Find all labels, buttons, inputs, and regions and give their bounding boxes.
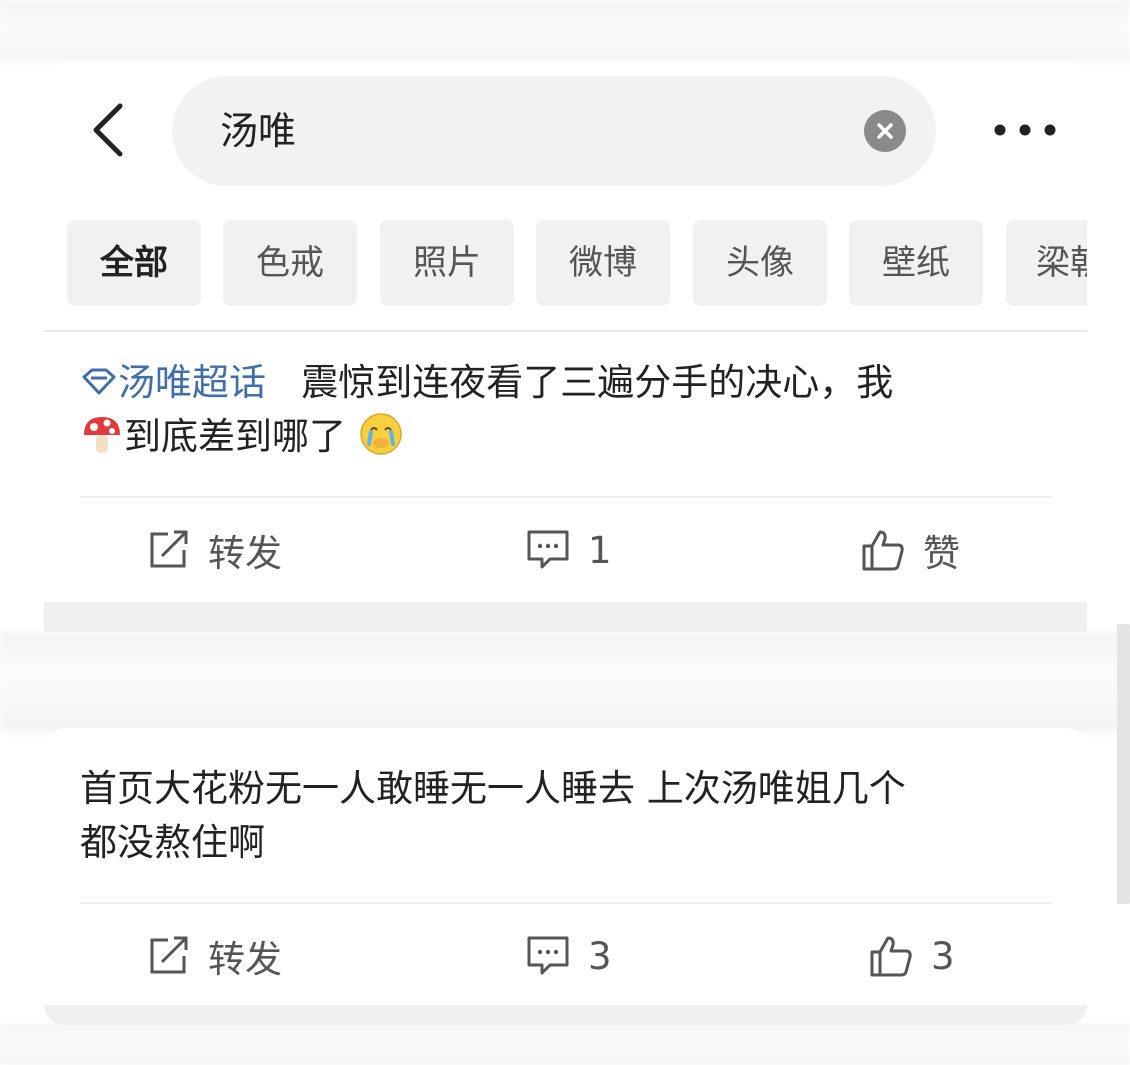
comment-icon bbox=[527, 530, 569, 569]
tab-liang-chao[interactable]: 梁朝 bbox=[1006, 220, 1087, 306]
clear-icon bbox=[877, 123, 893, 139]
post-1-comment-button[interactable]: 1 bbox=[526, 520, 612, 580]
like-count: 3 bbox=[931, 934, 955, 978]
more-icon bbox=[994, 124, 1056, 136]
post-2-line2: 都没熬住啊 bbox=[80, 821, 265, 864]
post-2-repost-button[interactable]: 转发 bbox=[148, 926, 282, 986]
post-2-like-button[interactable]: 3 bbox=[869, 926, 955, 986]
post-2-comment-button[interactable]: 3 bbox=[526, 926, 612, 986]
like-icon bbox=[870, 936, 912, 977]
post-1-divider bbox=[80, 496, 1052, 498]
comment-count: 3 bbox=[588, 934, 612, 978]
search-bar[interactable]: 汤唯 bbox=[172, 76, 936, 186]
back-arrow-icon bbox=[93, 103, 123, 157]
repost-label: 转发 bbox=[208, 532, 282, 575]
tab-all[interactable]: 全部 bbox=[67, 220, 201, 306]
post-1-line2: 到底差到哪了 bbox=[124, 415, 346, 458]
comment-icon bbox=[527, 936, 569, 975]
post-separator bbox=[44, 602, 1087, 632]
mushroom-emoji bbox=[84, 417, 120, 453]
post-2-text[interactable]: 首页大花粉无一人敢睡无一人睡去 上次汤唯姐几个 都没熬住啊 bbox=[80, 762, 1060, 870]
more-button[interactable] bbox=[990, 118, 1060, 142]
super-topic-label: 汤唯超话 bbox=[118, 361, 266, 404]
post-1-line1: 震惊到连夜看了三遍分手的决心，我 bbox=[301, 361, 894, 404]
post-separator bbox=[44, 1005, 1087, 1025]
clear-button[interactable] bbox=[864, 110, 906, 152]
repost-icon bbox=[150, 530, 188, 568]
post-1-repost-button[interactable]: 转发 bbox=[148, 520, 282, 580]
blurred-top-strip bbox=[0, 0, 1130, 62]
crying-emoji bbox=[360, 413, 402, 455]
tab-lust-caution[interactable]: 色戒 bbox=[223, 220, 357, 306]
super-topic-icon bbox=[82, 368, 116, 395]
header-divider bbox=[44, 330, 1087, 332]
tab-photos[interactable]: 照片 bbox=[380, 220, 514, 306]
post-1-text[interactable]: 汤唯超话 震惊到连夜看了三遍分手的决心，我 到底差到哪了 bbox=[80, 356, 1060, 464]
post-1-like-button[interactable]: 赞 bbox=[861, 520, 960, 580]
repost-icon bbox=[150, 936, 188, 974]
post-2-divider bbox=[80, 902, 1052, 904]
scrollbar[interactable] bbox=[1117, 624, 1130, 904]
post-2-line1: 首页大花粉无一人敢睡无一人睡去 上次汤唯姐几个 bbox=[80, 767, 906, 810]
back-button[interactable] bbox=[84, 100, 144, 160]
like-label: 赞 bbox=[923, 532, 960, 575]
blurred-middle-strip bbox=[0, 632, 1130, 732]
tab-weibo[interactable]: 微博 bbox=[536, 220, 670, 306]
tab-avatar[interactable]: 头像 bbox=[693, 220, 827, 306]
tab-wallpaper[interactable]: 壁纸 bbox=[849, 220, 983, 306]
repost-label: 转发 bbox=[208, 938, 282, 981]
search-input[interactable]: 汤唯 bbox=[220, 106, 296, 156]
filter-tabs: 全部 色戒 照片 微博 头像 壁纸 梁朝 bbox=[67, 220, 1087, 308]
like-icon bbox=[862, 530, 904, 571]
comment-count: 1 bbox=[588, 528, 612, 572]
super-topic-link[interactable]: 汤唯超话 bbox=[80, 361, 278, 404]
blurred-bottom-strip bbox=[0, 1025, 1130, 1065]
